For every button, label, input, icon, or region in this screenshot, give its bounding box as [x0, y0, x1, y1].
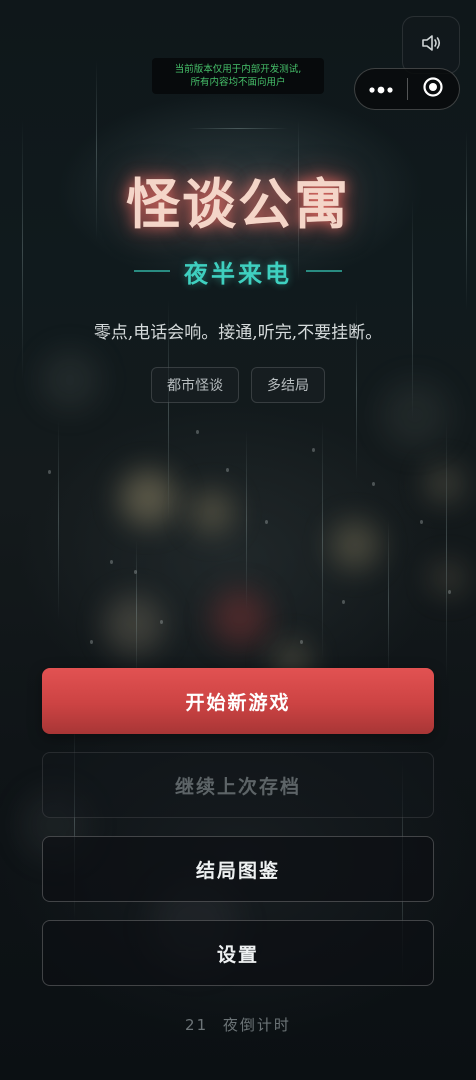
tagline: 零点,电话会响。接通,听完,不要挂断。: [93, 323, 383, 343]
tag-multiple-endings: 多结局: [251, 367, 325, 403]
more-button[interactable]: [355, 69, 407, 109]
endings-gallery-button[interactable]: 结局图鉴: [42, 836, 434, 902]
night-countdown: 21 夜倒计时: [0, 1014, 476, 1035]
dev-notice: 当前版本仅用于内部开发测试, 所有内容均不面向用户: [152, 58, 324, 94]
game-title: 怪谈公寓: [126, 172, 350, 236]
subtitle-row: 夜半来电: [0, 256, 476, 288]
sound-toggle-button[interactable]: [402, 16, 460, 74]
countdown-label: 夜倒计时: [222, 1016, 291, 1034]
start-new-game-button[interactable]: 开始新游戏: [42, 668, 434, 734]
settings-button[interactable]: 设置: [42, 920, 434, 986]
speaker-icon: [420, 32, 442, 58]
game-subtitle: 夜半来电: [184, 259, 292, 288]
countdown-number: 21: [185, 1016, 209, 1034]
miniprogram-capsule: [354, 68, 460, 110]
close-miniprogram-button[interactable]: [407, 69, 459, 109]
subtitle-rule-right: [306, 270, 342, 272]
subtitle-rule-left: [134, 270, 170, 272]
tag-urban-legend: 都市怪谈: [151, 367, 239, 403]
more-dots-icon: [368, 80, 394, 99]
dev-notice-line2: 所有内容均不面向用户: [190, 77, 286, 88]
dev-notice-line1: 当前版本仅用于内部开发测试,: [174, 64, 302, 75]
continue-save-button[interactable]: 继续上次存档: [42, 752, 434, 818]
target-circle-icon: [422, 76, 444, 102]
title-ornament-line: [188, 128, 288, 129]
genre-tags: 都市怪谈 多结局: [0, 367, 476, 403]
